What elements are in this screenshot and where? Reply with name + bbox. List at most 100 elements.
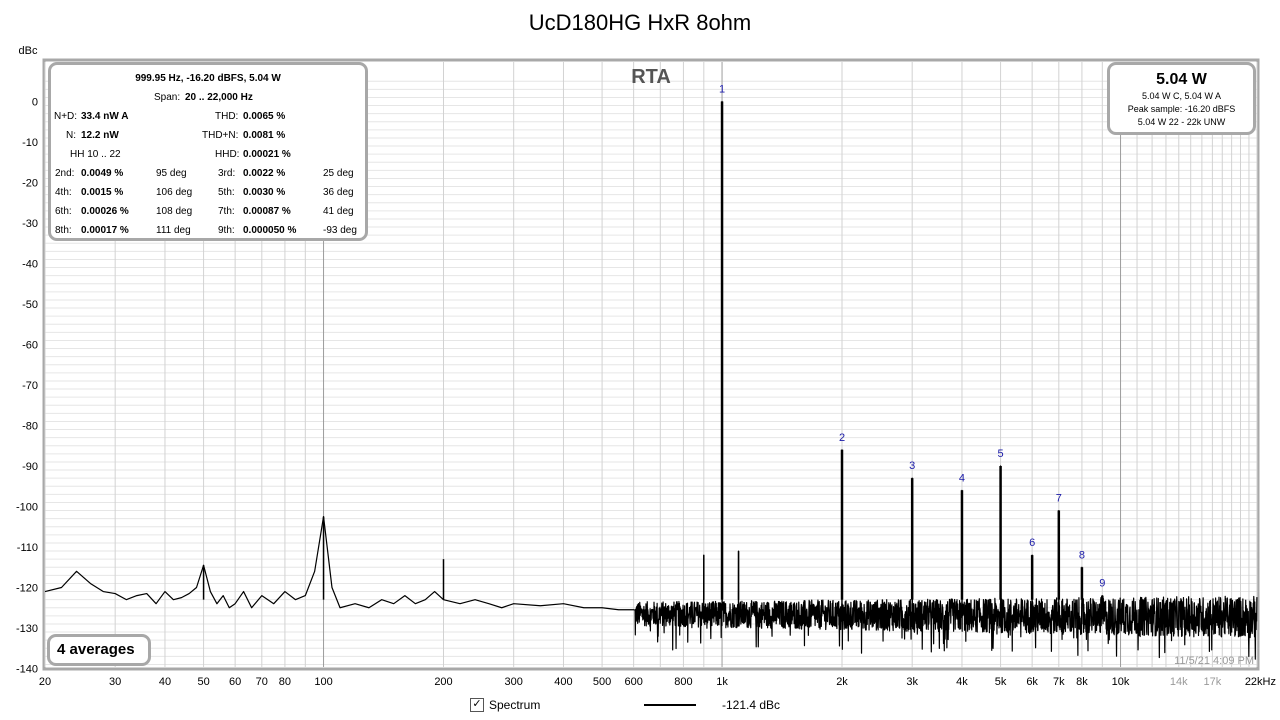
harmonic-order-label: 3rd: xyxy=(218,168,236,179)
legend-cursor-value: -121.4 dBc xyxy=(722,698,781,712)
span-label: Span: xyxy=(154,92,181,103)
measure-header: 999.95 Hz, -16.20 dBFS, 5.04 W xyxy=(135,73,281,84)
harmonic-label-3: 3 xyxy=(909,460,915,472)
harmonic-label-4: 4 xyxy=(959,472,965,484)
y-tick-label: -140 xyxy=(16,664,38,676)
measure-span-row: Span: 20 .. 22,000 Hz xyxy=(51,88,365,107)
nd-value: 33.4 nW A xyxy=(81,111,129,122)
harmonic-order-label: 7th: xyxy=(218,206,235,217)
x-tick-label: 5k xyxy=(995,676,1007,688)
y-tick-label: -110 xyxy=(17,542,38,554)
y-tick-label: -120 xyxy=(16,583,38,595)
measure-header-row: 999.95 Hz, -16.20 dBFS, 5.04 W xyxy=(51,69,365,88)
harmonic-order-label: 5th: xyxy=(218,187,235,198)
hhd-value: 0.00021 % xyxy=(243,149,291,160)
thdn-value: 0.0081 % xyxy=(243,130,286,141)
measurement-panel[interactable]: 999.95 Hz, -16.20 dBFS, 5.04 W Span: 20 … xyxy=(48,62,368,241)
x-tick-label: 50 xyxy=(197,676,209,688)
measure-n-row: N: 12.2 nW THD+N: 0.0081 % xyxy=(51,126,365,145)
x-tick-label: 400 xyxy=(554,676,572,688)
nd-label: N+D: xyxy=(54,111,78,122)
harmonic-phase: 111 deg xyxy=(156,225,191,236)
x-tick-label: 100 xyxy=(314,676,332,688)
harmonic-phase: 25 deg xyxy=(323,168,354,179)
harmonic-label-2: 2 xyxy=(839,432,845,444)
x-tick-label: 17k xyxy=(1204,676,1222,688)
span-value: 20 .. 22,000 Hz xyxy=(185,92,253,103)
harmonic-percent: 0.000050 % xyxy=(243,225,297,236)
thdn-label: THD+N: xyxy=(202,130,239,141)
harmonic-percent: 0.00026 % xyxy=(81,206,129,217)
harmonic-row: 4th: 0.0015 % 106 deg 5th: 0.0030 % 36 deg xyxy=(51,183,365,202)
harmonic-percent: 0.0049 % xyxy=(81,168,124,179)
harmonic-row: 6th: 0.00026 % 108 deg 7th: 0.00087 % 41 deg xyxy=(51,202,365,221)
harmonic-label-8: 8 xyxy=(1079,549,1085,561)
x-tick-label: 20 xyxy=(39,676,51,688)
x-tick-label: 200 xyxy=(434,676,452,688)
harmonic-phase: 36 deg xyxy=(323,187,354,198)
hhd-label: HHD: xyxy=(215,149,240,160)
harmonic-order-label: 6th: xyxy=(55,206,72,217)
spectrum-checkbox[interactable]: ✓ xyxy=(470,698,484,712)
harmonic-percent: 0.0015 % xyxy=(81,187,124,198)
timestamp: 11/5/21 4:09 PM xyxy=(1174,655,1254,667)
harmonic-percent: 0.0030 % xyxy=(243,187,286,198)
legend-bar: ✓ Spectrum -121.4 dBc xyxy=(0,694,1280,718)
thd-value: 0.0065 % xyxy=(243,111,286,122)
level-panel[interactable]: 5.04 W 5.04 W C, 5.04 W A Peak sample: -… xyxy=(1107,62,1256,135)
y-tick-label: -60 xyxy=(22,340,38,352)
harmonic-order-label: 8th: xyxy=(55,225,72,236)
x-tick-label: 80 xyxy=(279,676,291,688)
y-tick-label: -30 xyxy=(22,218,38,230)
level-main-value: 5.04 W xyxy=(1156,71,1207,88)
x-tick-label: 30 xyxy=(109,676,121,688)
n-value: 12.2 nW xyxy=(81,130,119,141)
y-tick-label: -40 xyxy=(22,259,38,271)
y-tick-label: -70 xyxy=(22,380,38,392)
x-tick-label: 10k xyxy=(1112,676,1130,688)
level-line-1: 5.04 W C, 5.04 W A xyxy=(1141,91,1222,101)
x-tick-label: 500 xyxy=(593,676,611,688)
y-tick-label: -100 xyxy=(16,502,38,514)
x-tick-label: 4k xyxy=(956,676,968,688)
x-tick-label: 8k xyxy=(1076,676,1088,688)
x-tick-label: 2k xyxy=(836,676,848,688)
measure-hh-row: HH 10 .. 22 HHD: 0.00021 % xyxy=(51,145,365,164)
x-tick-label: 60 xyxy=(229,676,241,688)
y-axis-tick-labels: 0 -10 -20 -30 -40 -50 -60 -70 -80 -90 -100 -110 -120… xyxy=(16,97,38,676)
thd-label: THD: xyxy=(215,111,239,122)
y-axis-unit-label: dBc xyxy=(19,45,38,57)
y-tick-label: -130 xyxy=(16,623,38,635)
measure-nd-row: N+D: 33.4 nW A THD: 0.0065 % xyxy=(51,107,365,126)
harmonic-label-9: 9 xyxy=(1099,578,1105,590)
y-tick-label: -80 xyxy=(22,421,38,433)
harmonic-label-1: 1 xyxy=(719,84,725,96)
x-tick-label: 600 xyxy=(624,676,642,688)
harmonic-row: 2nd: 0.0049 % 95 deg 3rd: 0.0022 % 25 deg xyxy=(51,164,365,183)
x-tick-label: 300 xyxy=(504,676,522,688)
rta-panel-label: RTA xyxy=(631,66,671,88)
harmonic-phase: 108 deg xyxy=(156,206,193,217)
x-tick-label: 40 xyxy=(159,676,171,688)
harmonic-order-label: 4th: xyxy=(55,187,72,198)
harmonic-label-5: 5 xyxy=(998,448,1004,460)
averages-label: 4 averages xyxy=(57,641,135,658)
harmonic-percent: 0.00087 % xyxy=(243,206,291,217)
x-tick-label: 70 xyxy=(256,676,268,688)
harmonic-label-6: 6 xyxy=(1029,537,1035,549)
harmonic-phase: -93 deg xyxy=(323,225,357,236)
harmonic-row: 8th: 0.00017 % 111 deg 9th: 0.000050 % -93 de… xyxy=(51,221,365,240)
harmonic-phase: 41 deg xyxy=(323,206,354,217)
harmonic-label-7: 7 xyxy=(1056,493,1062,505)
chart-title: UcD180HG HxR 8ohm xyxy=(529,10,752,35)
harmonic-order-label: 2nd: xyxy=(55,168,75,179)
harmonic-phase: 106 deg xyxy=(156,187,193,198)
y-tick-label: -90 xyxy=(22,461,38,473)
x-tick-label: 22kHz xyxy=(1245,676,1276,688)
spectrum-legend-label: Spectrum xyxy=(489,698,541,712)
n-label: N: xyxy=(66,130,76,141)
x-tick-label: 6k xyxy=(1026,676,1038,688)
level-line-3: 5.04 W 22 - 22k UNW xyxy=(1137,117,1226,127)
averages-panel[interactable]: 4 averages xyxy=(47,634,151,666)
harmonic-order-label: 9th: xyxy=(218,225,235,236)
